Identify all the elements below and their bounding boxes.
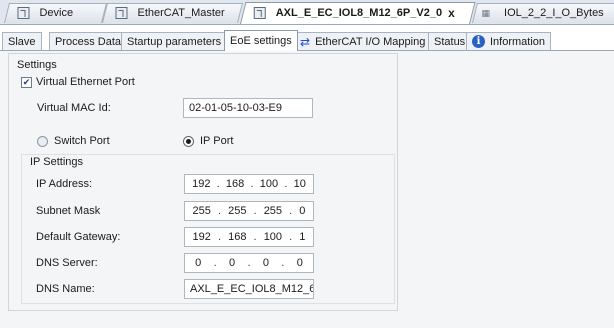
ip-dot: . (247, 257, 251, 269)
ip-octet[interactable]: 255 (193, 205, 211, 217)
tab-label: Startup parameters (127, 35, 222, 48)
virtual-mac-field[interactable]: 02-01-05-10-03-E9 (183, 98, 313, 118)
device-icon (17, 7, 30, 19)
ip-dot: . (217, 231, 222, 243)
ip-address-field[interactable]: 192. 168. 100. 10 (184, 174, 314, 194)
ip-dot: . (216, 178, 220, 190)
ip-dot: . (284, 178, 288, 190)
tab-startup-parameters[interactable]: Startup parameters (121, 32, 228, 50)
dns-name-label: DNS Name: (36, 283, 95, 295)
ip-settings-group: IP Settings IP Address: 192. 168. 100. 1… (21, 154, 395, 304)
tab-label: EtherCAT I/O Mapping (315, 35, 426, 48)
virtual-mac-label: Virtual MAC Id: (37, 102, 111, 114)
doc-tab-label: IOL_2_2_I_O_Bytes (504, 7, 604, 19)
editor-tab-bar: Slave Process Data Startup parameters Eo… (0, 30, 614, 51)
ip-octet[interactable]: 255 (264, 205, 282, 217)
subnet-mask-label: Subnet Mask (36, 205, 101, 217)
settings-group-title: Settings (17, 59, 57, 71)
device-icon (253, 7, 266, 19)
dns-server-label: DNS Server: (36, 257, 98, 269)
tab-label: Slave (8, 35, 36, 48)
ip-octet[interactable]: 192 (193, 231, 211, 243)
switch-port-radio-row[interactable]: Switch Port (37, 135, 110, 147)
ip-port-radio[interactable] (183, 135, 194, 147)
doc-tab-label: Device (39, 7, 74, 19)
doc-tab-label: EtherCAT_Master (137, 7, 225, 19)
ip-octet[interactable]: 168 (226, 178, 244, 190)
ip-octet[interactable]: 0 (263, 257, 269, 269)
dns-server-field[interactable]: 0. 0. 0. 0 (184, 253, 314, 273)
ip-octet[interactable]: 168 (228, 231, 246, 243)
close-icon[interactable]: x (448, 6, 455, 20)
tab-information[interactable]: i Information (466, 32, 552, 50)
ip-octet[interactable]: 0 (195, 257, 201, 269)
switch-port-radio[interactable] (37, 135, 48, 147)
virtual-ethernet-port-checkbox[interactable]: ✔ (21, 76, 32, 88)
default-gateway-field[interactable]: 192. 168. 100. 1 (184, 227, 314, 247)
device-icon (115, 7, 128, 19)
ip-port-radio-row[interactable]: IP Port (183, 135, 233, 147)
ip-settings-title: IP Settings (30, 156, 83, 168)
ip-octet[interactable]: 1 (299, 231, 305, 243)
tab-eoe-settings[interactable]: EoE settings (224, 30, 298, 51)
ip-dot: . (250, 178, 254, 190)
tab-label: Process Data (55, 35, 122, 48)
io-mapping-icon: ⇄ (300, 34, 311, 49)
ip-octet[interactable]: 0 (297, 257, 303, 269)
ip-dot: . (281, 257, 285, 269)
tab-icon-partial: ▦ (481, 7, 491, 18)
doc-tab-axl-module[interactable]: AXL_E_EC_IOL8_M12_6P_V2_0 x (240, 2, 476, 24)
ip-dot: . (289, 231, 293, 243)
settings-group: Settings ✔ Virtual Ethernet Port Virtual… (8, 53, 398, 311)
default-gateway-label: Default Gateway: (36, 231, 121, 243)
virtual-ethernet-port-checkbox-row[interactable]: ✔ Virtual Ethernet Port (21, 76, 135, 88)
subnet-mask-field[interactable]: 255. 255. 255. 0 (184, 201, 314, 221)
tab-label: EoE settings (230, 35, 292, 47)
virtual-ethernet-port-label: Virtual Ethernet Port (36, 76, 135, 88)
tab-status[interactable]: Status (428, 32, 472, 50)
ip-octet[interactable]: 0 (229, 257, 235, 269)
ip-octet[interactable]: 100 (264, 231, 282, 243)
ip-octet[interactable]: 255 (228, 205, 246, 217)
switch-port-label: Switch Port (54, 135, 110, 147)
eoe-settings-panel: Settings ✔ Virtual Ethernet Port Virtual… (0, 51, 614, 328)
doc-tab-label: AXL_E_EC_IOL8_M12_6P_V2_0 (275, 7, 443, 19)
tab-label: Status (434, 35, 466, 48)
document-tab-bar: Device EtherCAT_Master AXL_E_EC_IOL8_M12… (0, 0, 614, 25)
ip-dot: . (217, 205, 222, 217)
doc-tab-device[interactable]: Device (4, 3, 107, 23)
ip-octet[interactable]: 100 (260, 178, 278, 190)
ip-dot: . (253, 231, 257, 243)
dns-name-field[interactable]: AXL_E_EC_IOL8_M12_6P_\ (184, 279, 314, 299)
ip-address-label: IP Address: (36, 178, 93, 190)
ip-dot: . (289, 205, 293, 217)
ip-dot: . (253, 205, 257, 217)
ip-dot: . (213, 257, 217, 269)
tab-slave[interactable]: Slave (2, 32, 42, 50)
doc-tab-ethercat-master[interactable]: EtherCAT_Master (102, 3, 243, 23)
ip-octet[interactable]: 0 (299, 205, 305, 217)
tab-ethercat-io-mapping[interactable]: ⇄ EtherCAT I/O Mapping (294, 32, 432, 50)
ip-octet[interactable]: 10 (294, 178, 306, 190)
tab-label: Information (490, 35, 546, 48)
doc-tab-iol-bytes[interactable]: ▦ IOL_2_2_I_O_Bytes (472, 3, 614, 23)
ip-port-label: IP Port (200, 135, 234, 147)
tab-process-data[interactable]: Process Data (49, 32, 128, 50)
ip-octet[interactable]: 192 (192, 178, 210, 190)
info-icon: i (472, 35, 485, 48)
